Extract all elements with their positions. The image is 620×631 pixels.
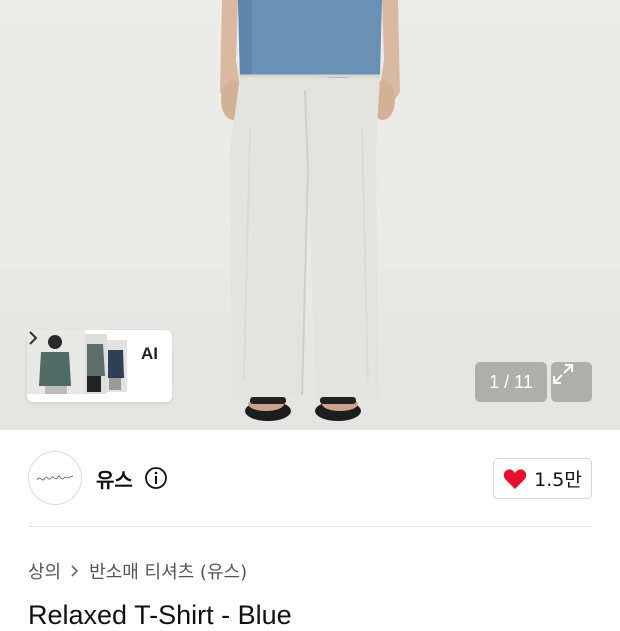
heart-icon bbox=[504, 468, 527, 489]
chevron-right-icon bbox=[29, 331, 38, 345]
breadcrumb-item-category[interactable]: 상의 bbox=[28, 558, 61, 584]
image-counter: 1 / 11 bbox=[475, 362, 547, 402]
product-title: Relaxed T-Shirt - Blue bbox=[28, 600, 292, 630]
like-count: 1.5만 bbox=[534, 469, 582, 491]
breadcrumb: 상의 반소매 티셔츠 (유스) bbox=[28, 558, 247, 584]
chevron-right-icon bbox=[71, 565, 79, 577]
brand-logo[interactable] bbox=[28, 451, 82, 505]
expand-icon bbox=[553, 364, 573, 384]
ai-label: AI bbox=[141, 344, 158, 363]
info-icon[interactable] bbox=[144, 466, 168, 490]
like-button[interactable]: 1.5만 bbox=[493, 458, 592, 499]
brand-logo-mark bbox=[36, 475, 74, 481]
expand-button[interactable] bbox=[551, 362, 592, 402]
ai-recommend-card[interactable]: AI bbox=[27, 330, 172, 402]
ai-thumbnail-images bbox=[27, 330, 127, 394]
product-image-gallery[interactable]: AI 1 / 11 bbox=[0, 0, 620, 430]
divider bbox=[28, 526, 592, 527]
breadcrumb-item-subcategory[interactable]: 반소매 티셔츠 (유스) bbox=[89, 558, 247, 584]
brand-name[interactable]: 유스 bbox=[96, 464, 133, 493]
brand-row: 유스 1.5만 bbox=[0, 430, 620, 527]
